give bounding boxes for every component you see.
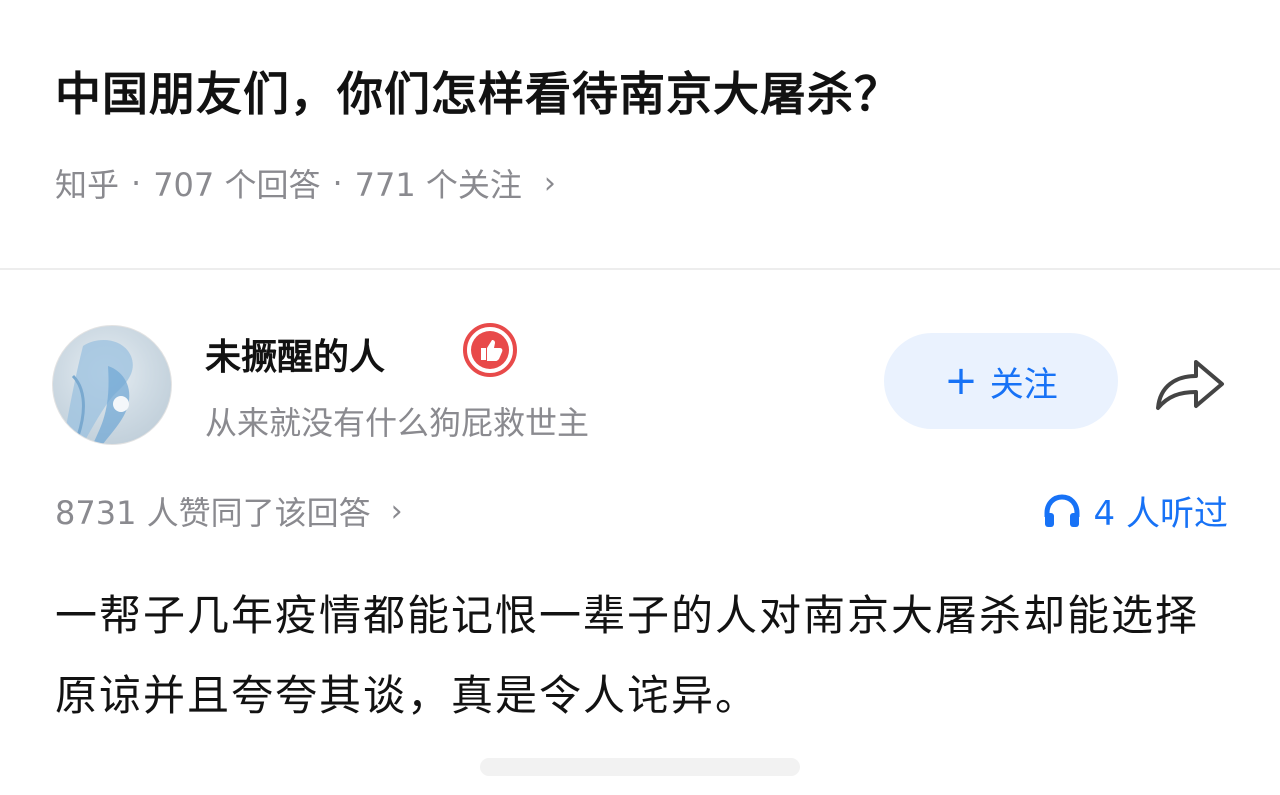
question-meta[interactable]: 知乎 · 707 个回答 · 771 个关注 › (55, 160, 556, 206)
section-divider (0, 268, 1280, 270)
answer-count: 707 个回答 (153, 166, 321, 204)
watermark (480, 752, 800, 782)
source-label: 知乎 (55, 166, 120, 204)
author-bio: 从来就没有什么狗屁救世主 (205, 404, 590, 442)
author-name[interactable]: 未撅醒的人 (205, 328, 385, 380)
follow-label: 关注 (989, 364, 1058, 405)
meta-separator: · (332, 164, 343, 202)
chevron-right-icon: › (390, 493, 403, 529)
plus-icon: + (944, 358, 978, 404)
answer-content[interactable]: 一帮子几年疫情都能记恨一辈子的人对南京大屠杀却能选择原谅并且夸夸其谈，真是令人诧… (55, 576, 1235, 736)
vote-summary[interactable]: 8731 人赞同了该回答 › (55, 488, 403, 534)
follow-button[interactable]: + 关注 (884, 333, 1118, 429)
headphones-icon (1044, 493, 1080, 527)
thumbs-up-badge-icon (462, 322, 518, 378)
share-arrow-icon[interactable] (1152, 352, 1228, 416)
meta-separator: · (131, 164, 142, 202)
avatar[interactable] (52, 325, 172, 445)
avatar-illustration (63, 340, 133, 444)
listen-count-text: 4 人听过 (1093, 494, 1228, 534)
vote-count-text: 8731 人赞同了该回答 (55, 494, 371, 532)
listen-count[interactable]: 4 人听过 (1042, 486, 1228, 535)
chevron-right-icon: › (543, 165, 556, 201)
follower-count: 771 个关注 (354, 166, 522, 204)
question-title[interactable]: 中国朋友们，你们怎样看待南京大屠杀？ (55, 58, 901, 124)
